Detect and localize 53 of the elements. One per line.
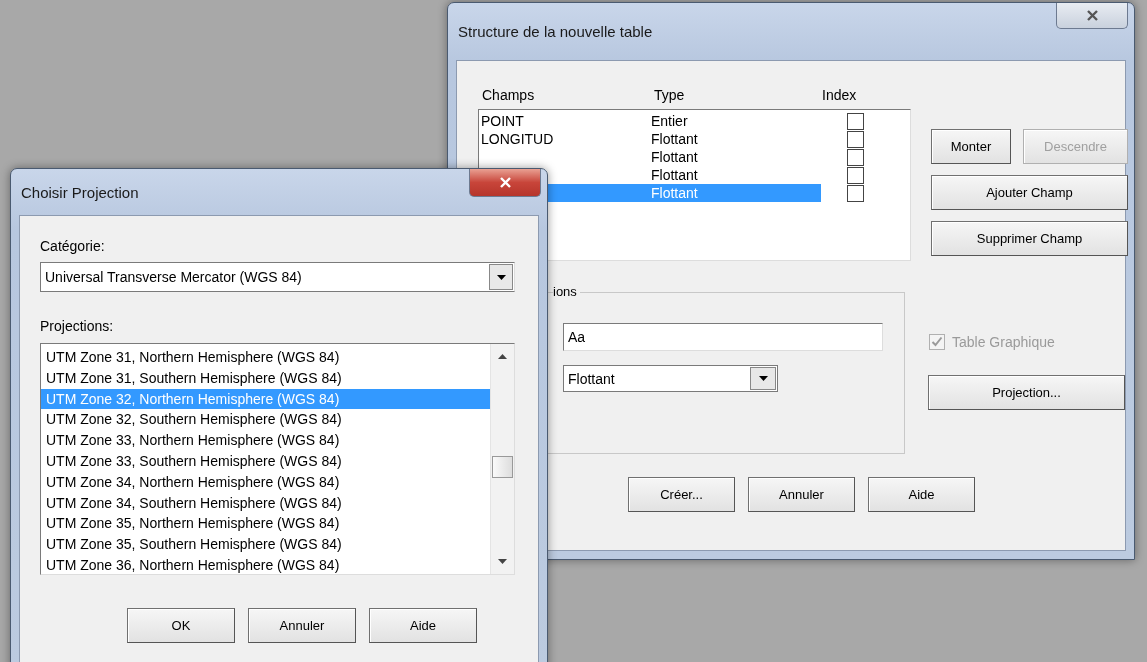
category-dropdown[interactable]: Universal Transverse Mercator (WGS 84) (40, 262, 515, 292)
projection-item[interactable]: UTM Zone 31, Southern Hemisphere (WGS 84) (41, 367, 490, 389)
dropdown-arrow-icon (758, 376, 768, 381)
dropdown-arrow-icon (496, 274, 506, 280)
scroll-thumb[interactable] (492, 456, 513, 478)
scroll-up-icon (498, 354, 507, 359)
column-header: Index (822, 87, 858, 103)
window-title: Choisir Projection (21, 183, 139, 201)
index-checkbox[interactable] (847, 148, 864, 166)
help-button[interactable]: Aide (369, 608, 477, 643)
index-checkbox[interactable] (847, 112, 864, 130)
close-button[interactable] (1056, 3, 1128, 29)
projection-item[interactable]: UTM Zone 34, Southern Hemisphere (WGS 84) (41, 492, 490, 514)
add-field-button[interactable]: Ajouter Champ (931, 175, 1128, 210)
field-name: LONGITUD (480, 131, 555, 147)
close-icon (1085, 10, 1099, 21)
field-type: Flottant (651, 167, 699, 183)
window-title: Structure de la nouvelle table (458, 23, 653, 40)
projection-item[interactable]: UTM Zone 36, Northern Hemisphere (WGS 84) (41, 554, 490, 576)
projection-item[interactable]: UTM Zone 33, Southern Hemisphere (WGS 84) (41, 451, 490, 472)
column-header: Champs (482, 87, 536, 103)
field-type: Flottant (651, 131, 699, 147)
close-icon (498, 177, 512, 188)
help-button[interactable]: Aide (868, 477, 975, 512)
close-button[interactable] (469, 169, 541, 197)
name-field[interactable]: Aa (563, 323, 883, 351)
move-up-button[interactable]: Monter (931, 129, 1011, 164)
field-type: Flottant (651, 149, 699, 165)
type-dropdown[interactable]: Flottant (563, 365, 778, 392)
column-header: Type (654, 87, 686, 103)
field-type: Entier (651, 113, 689, 129)
field-name: POINT (480, 113, 525, 129)
projection-item[interactable]: UTM Zone 33, Northern Hemisphere (WGS 84) (41, 430, 490, 451)
field-type: Flottant (651, 185, 699, 201)
index-checkbox[interactable] (847, 184, 864, 202)
index-checkbox[interactable] (847, 130, 864, 148)
category-label: Catégorie: (40, 238, 106, 256)
projection-item[interactable]: UTM Zone 35, Southern Hemisphere (WGS 84) (41, 534, 490, 555)
create-button[interactable]: Créer... (628, 477, 735, 512)
scrollbar[interactable] (490, 344, 514, 574)
ok-button[interactable]: OK (127, 608, 235, 643)
index-checkbox[interactable] (847, 166, 864, 184)
projection-button[interactable]: Projection... (928, 375, 1125, 410)
projections-label: Projections: (40, 318, 115, 336)
projection-item[interactable]: UTM Zone 35, Northern Hemisphere (WGS 84) (41, 513, 490, 535)
projection-item[interactable]: UTM Zone 32, Southern Hemisphere (WGS 84) (41, 409, 490, 431)
cancel-button[interactable]: Annuler (748, 477, 855, 512)
projection-item[interactable]: UTM Zone 34, Northern Hemisphere (WGS 84) (41, 471, 490, 493)
group-label: ions (553, 284, 580, 299)
cancel-button[interactable]: Annuler (248, 608, 356, 643)
projection-item[interactable]: UTM Zone 31, Northern Hemisphere (WGS 84) (41, 347, 490, 368)
checkbox-label: Table Graphique (952, 334, 1055, 350)
delete-field-button[interactable]: Supprimer Champ (931, 221, 1128, 256)
